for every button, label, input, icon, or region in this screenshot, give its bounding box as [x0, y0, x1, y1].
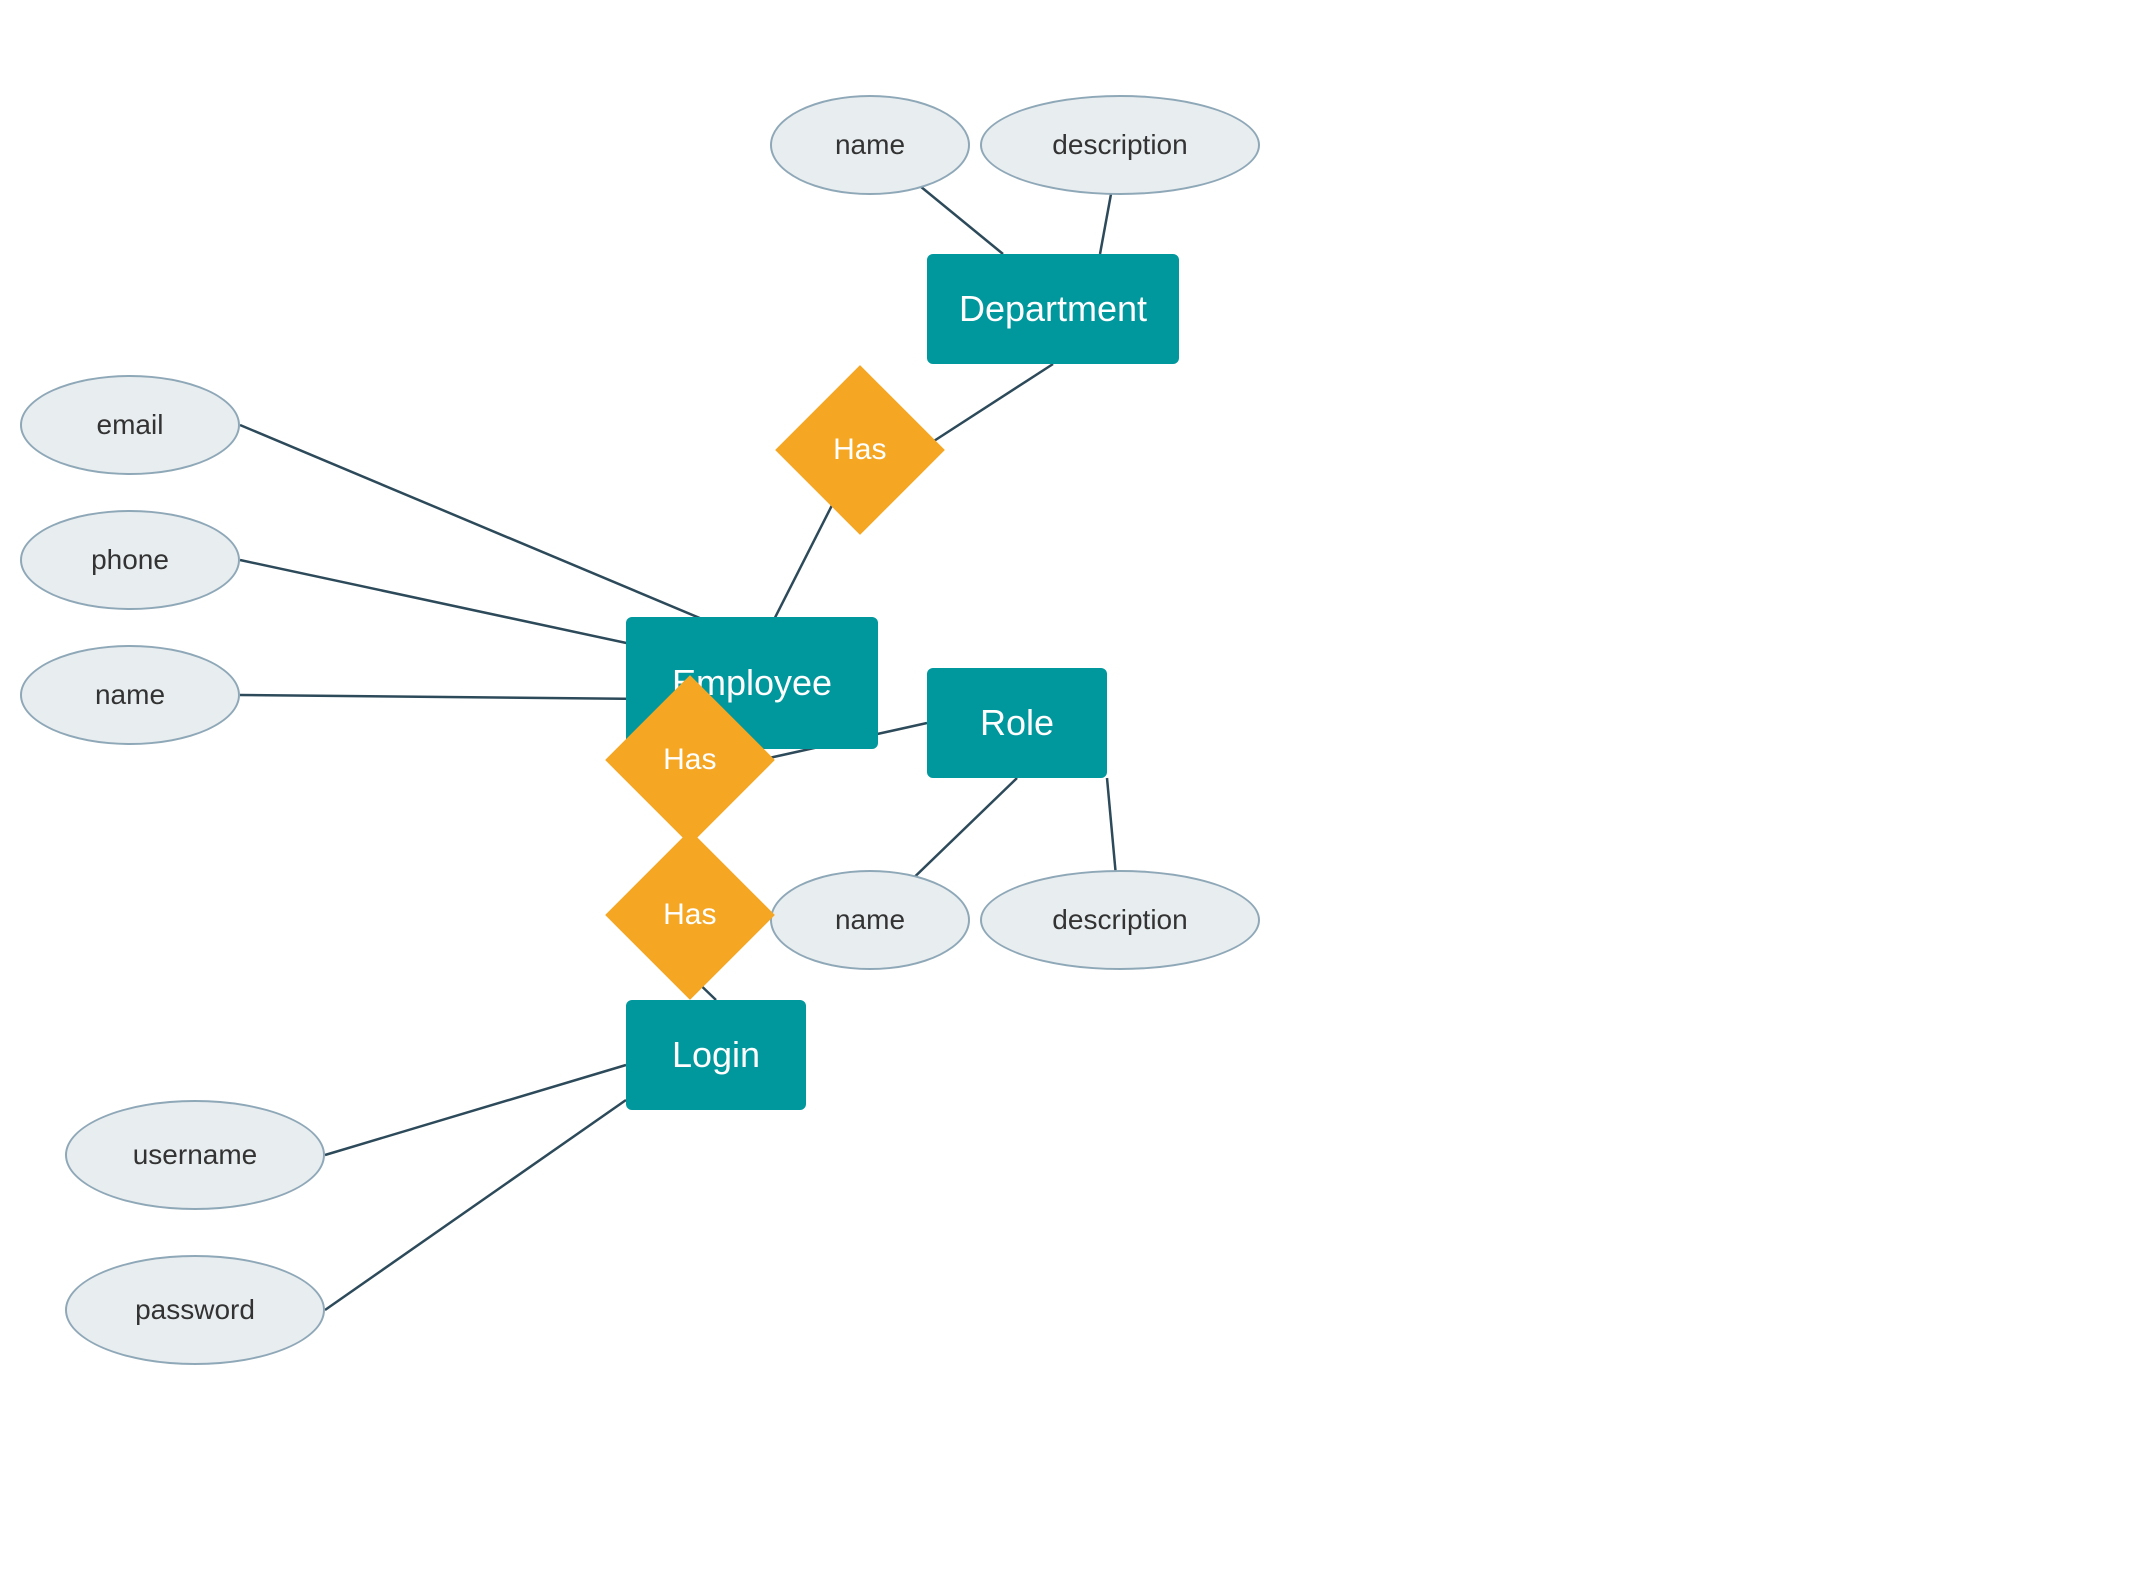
attr-dep-name: name [770, 95, 970, 195]
attr-phone: phone [20, 510, 240, 610]
attr-role-name: name [770, 870, 970, 970]
attr-password: password [65, 1255, 325, 1365]
attr-email: email [20, 375, 240, 475]
entity-role: Role [927, 668, 1107, 778]
entity-department: Department [927, 254, 1179, 364]
entity-login: Login [626, 1000, 806, 1110]
attr-dep-desc: description [980, 95, 1260, 195]
attr-emp-name: name [20, 645, 240, 745]
attr-role-desc: description [980, 870, 1260, 970]
attr-username: username [65, 1100, 325, 1210]
